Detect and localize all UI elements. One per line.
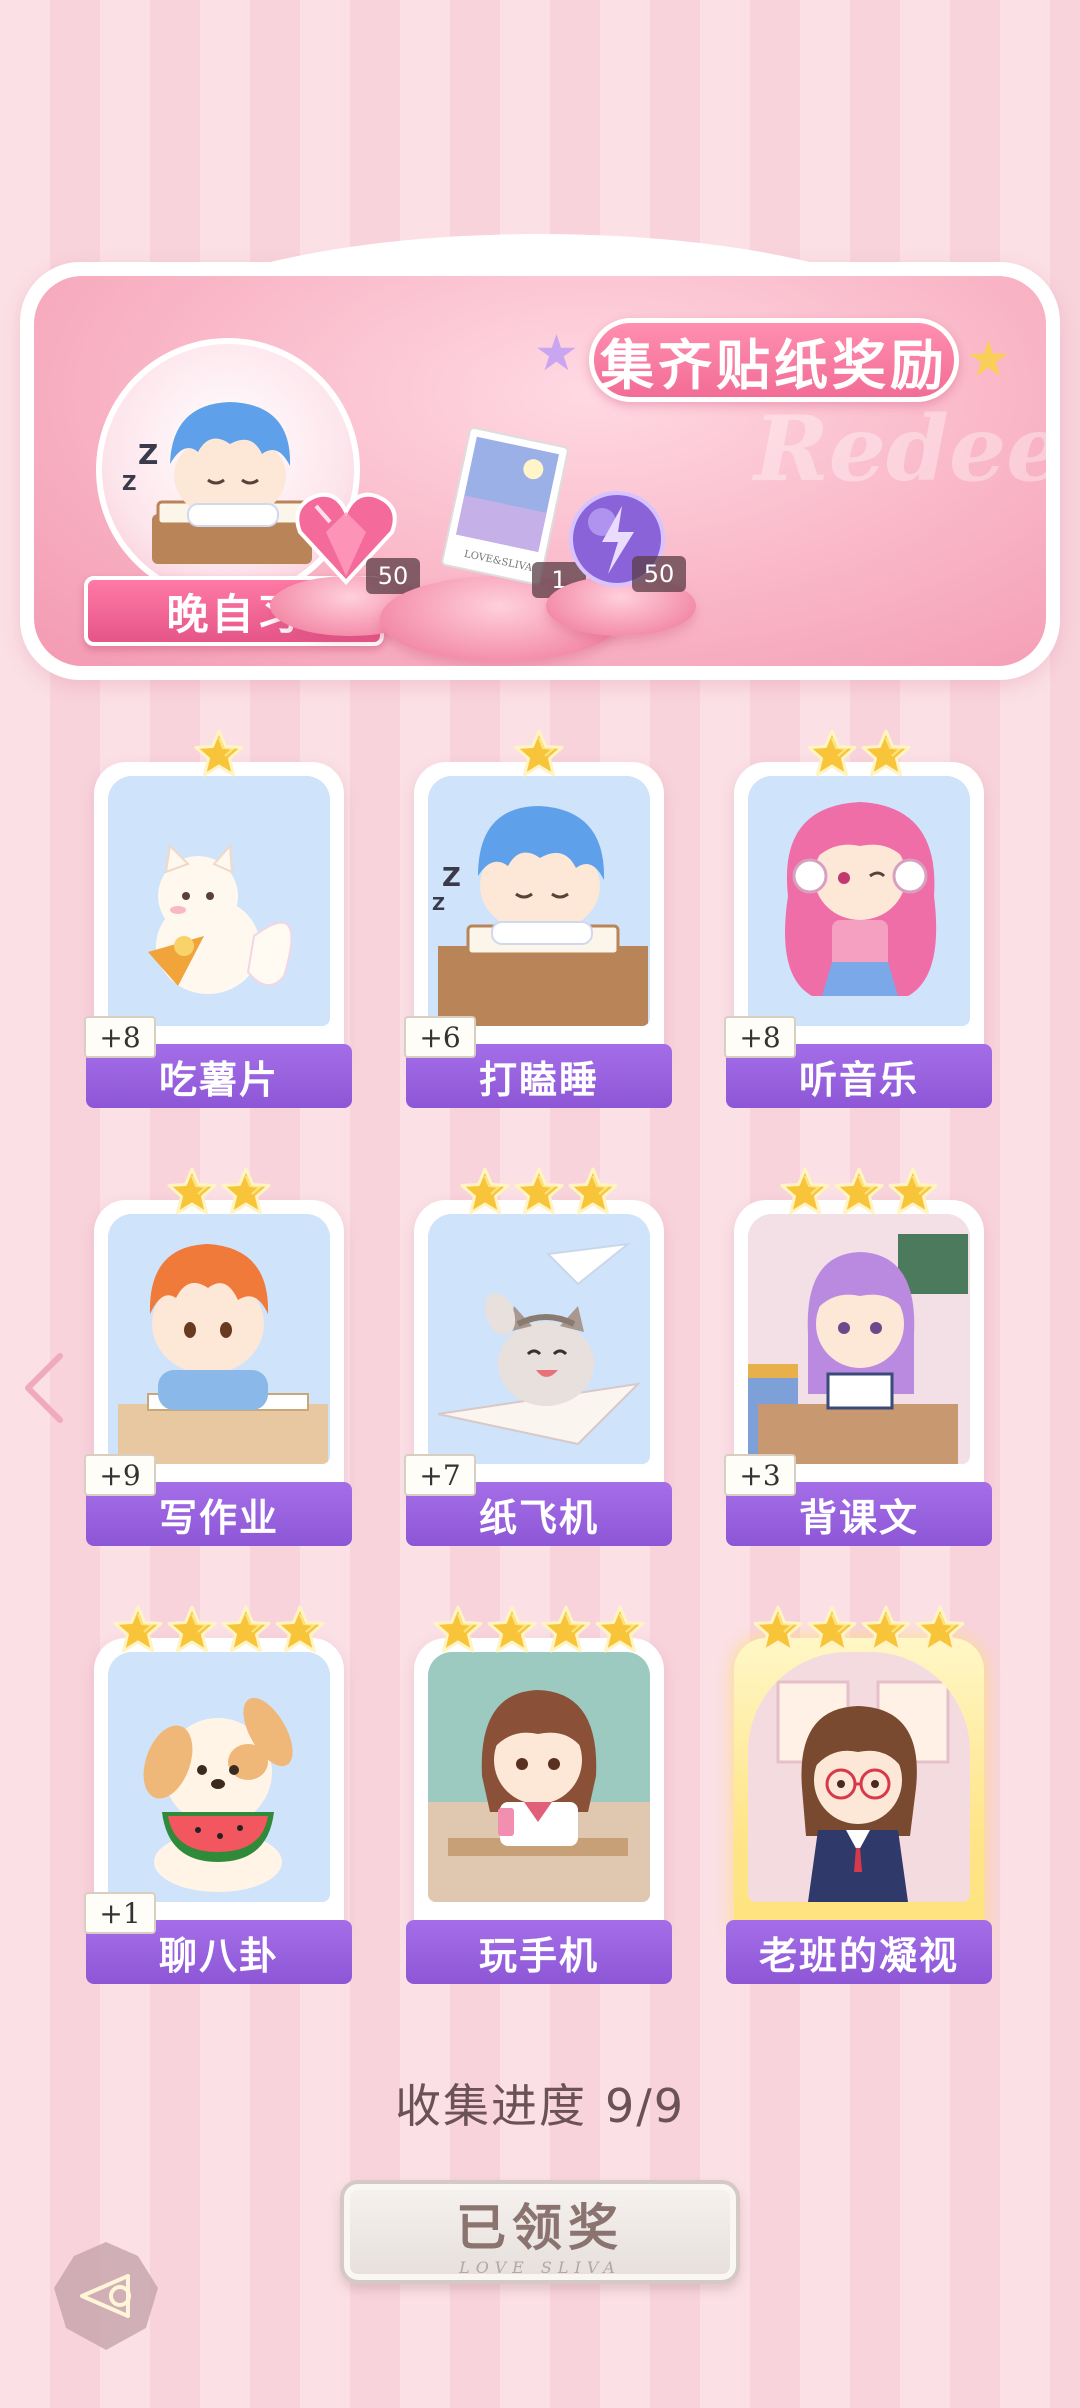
card-artwork: ZZ — [428, 776, 650, 1026]
card-star-rating — [726, 1166, 992, 1226]
star-icon — [514, 1167, 564, 1215]
star-icon — [595, 1605, 645, 1653]
cat-paper-plane-icon — [428, 1214, 650, 1464]
star-decoration-icon: ★ — [966, 330, 1011, 388]
card-bonus-tag: +8 — [724, 1016, 796, 1058]
sticker-card[interactable]: Z Z +6 打瞌睡 — [404, 728, 672, 1108]
star-icon — [861, 1605, 911, 1653]
card-star-rating — [406, 728, 672, 788]
star-icon — [541, 1605, 591, 1653]
card-bonus-tag: +7 — [404, 1454, 476, 1496]
star-icon — [780, 1167, 830, 1215]
sticker-card[interactable]: 老班的凝视 — [726, 1604, 992, 1984]
star-icon — [221, 1605, 271, 1653]
sticker-card[interactable]: +8 听音乐 — [724, 728, 992, 1108]
star-icon — [861, 729, 911, 777]
card-frame: Z Z +6 打瞌睡 — [404, 762, 672, 1108]
card-bonus-tag: +1 — [84, 1892, 156, 1934]
card-artwork — [108, 1214, 330, 1464]
svg-text:Z: Z — [442, 863, 461, 893]
card-frame: +1 聊八卦 — [84, 1638, 352, 1984]
card-frame: +9 写作业 — [84, 1200, 352, 1546]
card-label: 玩手机 — [406, 1920, 672, 1984]
reward-heart-gem[interactable]: 50 — [286, 476, 420, 606]
purple-hair-girl-reciting-icon — [748, 1214, 970, 1464]
back-button-icon[interactable] — [46, 2236, 166, 2356]
claimed-button[interactable]: 已领奖 LOVE SLIVA — [340, 2180, 740, 2284]
sticker-reward-banner: Redeem ★ ★ 集齐贴纸奖励 Z Z 晚自习 — [20, 234, 1060, 680]
card-frame: +3 背课文 — [724, 1200, 992, 1546]
card-artwork — [108, 1652, 330, 1902]
card-bonus-tag: +8 — [84, 1016, 156, 1058]
star-icon — [834, 1167, 884, 1215]
card-bonus-tag: +6 — [404, 1016, 476, 1058]
svg-text:Z: Z — [432, 894, 445, 915]
star-icon — [433, 1605, 483, 1653]
sticker-card[interactable]: +8 吃薯片 — [84, 728, 352, 1108]
star-icon — [275, 1605, 325, 1653]
claimed-button-label: 已领奖 — [456, 2197, 624, 2257]
previous-page-arrow-icon[interactable] — [18, 1348, 68, 1428]
white-fox-eating-chips-icon — [108, 776, 330, 1026]
sticker-card[interactable]: +9 写作业 — [84, 1166, 352, 1546]
card-bonus-tag: +9 — [84, 1454, 156, 1496]
star-icon — [167, 1605, 217, 1653]
redeem-watermark: Redeem — [754, 396, 1046, 502]
card-frame: +8 吃薯片 — [84, 762, 352, 1108]
star-decoration-icon: ★ — [534, 324, 579, 382]
card-frame: 老班的凝视 — [726, 1638, 992, 1984]
svg-text:Z: Z — [122, 471, 137, 495]
blue-hair-boy-sleeping-icon: ZZ — [428, 776, 650, 1026]
star-icon — [113, 1605, 163, 1653]
star-icon — [807, 729, 857, 777]
card-artwork — [748, 1214, 970, 1464]
claimed-button-sublabel: LOVE SLIVA — [459, 2257, 621, 2277]
sticker-card[interactable]: +1 聊八卦 — [84, 1604, 352, 1984]
banner-title: 集齐贴纸奖励 — [589, 318, 959, 402]
teacher-stare-icon — [748, 1652, 970, 1902]
card-artwork — [748, 1652, 970, 1902]
orange-hair-boy-homework-icon — [108, 1214, 330, 1464]
progress-value: 9/9 — [604, 2079, 686, 2133]
card-artwork — [428, 1214, 650, 1464]
card-star-rating — [726, 728, 992, 788]
card-artwork — [108, 776, 330, 1026]
sticker-card[interactable]: +3 背课文 — [724, 1166, 992, 1546]
card-star-rating — [726, 1604, 992, 1664]
star-icon — [888, 1167, 938, 1215]
card-artwork — [428, 1652, 650, 1902]
card-star-rating — [86, 728, 352, 788]
star-icon — [194, 729, 244, 777]
card-star-rating — [406, 1166, 672, 1226]
girl-playing-phone-icon — [428, 1652, 650, 1902]
star-icon — [915, 1605, 965, 1653]
pink-hair-girl-headphones-icon — [748, 776, 970, 1026]
banner-background: Redeem ★ ★ 集齐贴纸奖励 Z Z 晚自习 — [34, 276, 1046, 666]
card-artwork — [748, 776, 970, 1026]
card-frame: +8 听音乐 — [724, 762, 992, 1108]
star-icon — [807, 1605, 857, 1653]
card-bonus-tag: +3 — [724, 1454, 796, 1496]
card-star-rating — [406, 1604, 672, 1664]
card-frame: +7 纸飞机 — [404, 1200, 672, 1546]
star-icon — [753, 1605, 803, 1653]
progress-label: 收集进度 — [394, 2079, 587, 2133]
card-frame: 玩手机 — [406, 1638, 672, 1984]
sticker-card[interactable]: 玩手机 — [406, 1604, 672, 1984]
sticker-card[interactable]: +7 纸飞机 — [404, 1166, 672, 1546]
star-icon — [514, 729, 564, 777]
star-icon — [167, 1167, 217, 1215]
star-icon — [568, 1167, 618, 1215]
card-star-rating — [86, 1604, 352, 1664]
svg-text:Z: Z — [138, 438, 158, 471]
star-icon — [487, 1605, 537, 1653]
card-star-rating — [86, 1166, 352, 1226]
puppy-watermelon-icon — [108, 1652, 330, 1902]
card-label: 老班的凝视 — [726, 1920, 992, 1984]
collection-progress: 收集进度 9/9 — [0, 2070, 1080, 2136]
star-icon — [221, 1167, 271, 1215]
reward-count: 50 — [632, 556, 686, 592]
reward-energy-orb[interactable]: 50 — [562, 484, 692, 614]
star-icon — [460, 1167, 510, 1215]
